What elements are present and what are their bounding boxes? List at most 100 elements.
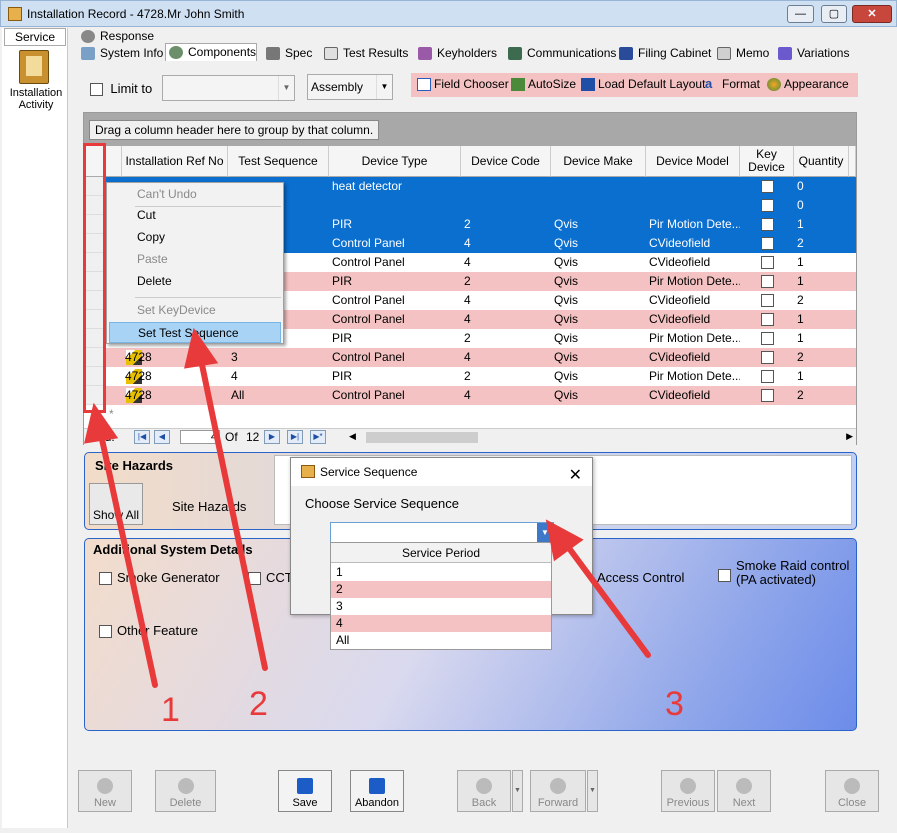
cell-test-sequence[interactable]: 4 — [228, 367, 329, 386]
tab-system-info[interactable]: System Info — [78, 45, 163, 63]
cell-device-model[interactable]: Pir Motion Dete... — [646, 272, 740, 291]
previous-button[interactable]: Previous — [661, 770, 715, 812]
menu-item-undo[interactable]: Can't Undo — [109, 184, 281, 205]
save-button[interactable]: Save — [278, 770, 332, 812]
limit-to-combo[interactable]: ▼ — [162, 75, 295, 101]
cell-device-make[interactable]: Qvis — [551, 215, 646, 234]
smoke-raid-checkbox[interactable] — [718, 569, 731, 582]
cell-device-code[interactable] — [461, 196, 551, 215]
cell-device-type[interactable]: PIR — [329, 329, 461, 348]
key-device-checkbox[interactable] — [761, 294, 774, 307]
cell-device-model[interactable]: CVideofield — [646, 310, 740, 329]
key-device-checkbox[interactable] — [761, 218, 774, 231]
cell-quantity[interactable]: 0 — [794, 196, 849, 215]
tab-keyholders[interactable]: Keyholders — [415, 45, 497, 63]
cell-device-make[interactable]: Qvis — [551, 234, 646, 253]
column-header-quantity[interactable]: Quantity — [794, 146, 849, 177]
key-device-checkbox[interactable] — [761, 256, 774, 269]
smoke-generator-option[interactable]: Smoke Generator — [99, 571, 220, 586]
column-header-device-make[interactable]: Device Make — [551, 146, 646, 177]
maximize-button[interactable]: ▢ — [821, 5, 847, 23]
chevron-down-icon[interactable]: ▼ — [278, 76, 294, 100]
cell-ref[interactable]: 4728 — [122, 386, 228, 405]
cell-device-code[interactable]: 4 — [461, 348, 551, 367]
key-device-checkbox[interactable] — [761, 351, 774, 364]
cell-device-model[interactable]: CVideofield — [646, 291, 740, 310]
cell-device-model[interactable]: CVideofield — [646, 253, 740, 272]
cell-device-code[interactable] — [461, 177, 551, 196]
back-button[interactable]: Back — [457, 770, 511, 812]
cell-device-make[interactable]: Qvis — [551, 291, 646, 310]
installation-book-icon[interactable] — [19, 50, 49, 84]
installation-activity-label[interactable]: Installation Activity — [4, 87, 68, 111]
new-row[interactable]: * — [84, 405, 856, 425]
first-record-button[interactable]: |◀ — [134, 430, 150, 444]
tab-variations[interactable]: Variations — [775, 45, 849, 63]
column-header-device-type[interactable]: Device Type — [329, 146, 461, 177]
delete-button[interactable]: Delete — [155, 770, 216, 812]
cell-quantity[interactable]: 2 — [794, 348, 849, 367]
key-device-checkbox[interactable] — [761, 332, 774, 345]
service-sequence-combo[interactable]: ▼ — [330, 522, 554, 543]
service-period-option[interactable]: 3 — [331, 598, 551, 615]
scroll-right-icon[interactable]: ▶ — [846, 431, 853, 442]
column-header-ref[interactable]: Installation Ref No — [122, 146, 228, 177]
table-row[interactable]: 4728 All Control Panel 4 Qvis CVideofield 2 — [84, 386, 856, 405]
key-device-checkbox[interactable] — [761, 199, 774, 212]
next-record-button[interactable]: ▶ — [264, 430, 280, 444]
service-period-option[interactable]: 1 — [331, 564, 551, 581]
service-period-option[interactable]: 4 — [331, 615, 551, 632]
record-number-input[interactable]: 4 — [180, 430, 220, 444]
cell-device-type[interactable]: PIR — [329, 272, 461, 291]
limit-to-checkbox[interactable]: Limit to — [90, 81, 152, 97]
menu-item-set-keydevice[interactable]: Set KeyDevice — [109, 300, 281, 321]
cell-device-make[interactable]: Qvis — [551, 348, 646, 367]
cell-device-code[interactable]: 2 — [461, 329, 551, 348]
cell-device-model[interactable] — [646, 177, 740, 196]
column-header-key-device[interactable]: Key Device — [740, 146, 794, 177]
cell-device-make[interactable]: Qvis — [551, 253, 646, 272]
cell-device-type[interactable]: Control Panel — [329, 386, 461, 405]
cell-quantity[interactable]: 2 — [794, 234, 849, 253]
cell-device-make[interactable]: Qvis — [551, 310, 646, 329]
cell-device-make[interactable] — [551, 177, 646, 196]
smoke-raid-option[interactable]: Smoke Raid control (PA activated) — [718, 559, 858, 587]
field-chooser-button[interactable]: Field Chooser — [417, 77, 509, 91]
key-device-checkbox[interactable] — [761, 389, 774, 402]
cell-device-make[interactable]: Qvis — [551, 367, 646, 386]
cell-device-model[interactable]: CVideofield — [646, 234, 740, 253]
group-combo[interactable]: Assembly ▼ — [307, 74, 393, 100]
cell-device-code[interactable]: 4 — [461, 253, 551, 272]
cell-device-type[interactable]: Control Panel — [329, 310, 461, 329]
tab-spec[interactable]: Spec — [263, 45, 312, 63]
key-device-checkbox[interactable] — [761, 313, 774, 326]
menu-item-set-test-sequence[interactable]: Set Test Sequence — [109, 322, 281, 343]
chevron-down-icon[interactable]: ▼ — [376, 75, 392, 99]
cell-device-code[interactable]: 2 — [461, 215, 551, 234]
cell-device-type[interactable] — [329, 196, 461, 215]
load-default-layout-button[interactable]: Load Default Layout — [581, 77, 705, 91]
key-device-checkbox[interactable] — [761, 180, 774, 193]
cell-quantity[interactable]: 1 — [794, 272, 849, 291]
table-row[interactable]: 4728 3 Control Panel 4 Qvis CVideofield 2 — [84, 348, 856, 367]
cell-device-code[interactable]: 4 — [461, 386, 551, 405]
cell-device-type[interactable]: Control Panel — [329, 291, 461, 310]
tab-components[interactable]: Components — [165, 43, 257, 61]
menu-item-cut[interactable]: Cut — [109, 205, 281, 226]
cell-quantity[interactable]: 0 — [794, 177, 849, 196]
column-header-device-code[interactable]: Device Code — [461, 146, 551, 177]
access-control-option[interactable]: Access Control — [597, 571, 684, 585]
key-device-checkbox[interactable] — [761, 275, 774, 288]
service-period-option[interactable]: All — [331, 632, 551, 649]
cell-device-model[interactable]: CVideofield — [646, 386, 740, 405]
cell-quantity[interactable]: 1 — [794, 310, 849, 329]
cell-device-model[interactable]: CVideofield — [646, 348, 740, 367]
cell-device-type[interactable]: Control Panel — [329, 234, 461, 253]
cell-quantity[interactable]: 2 — [794, 386, 849, 405]
service-tab[interactable]: Service — [4, 28, 66, 46]
chevron-down-icon[interactable]: ▼ — [537, 523, 553, 542]
cell-device-code[interactable]: 4 — [461, 234, 551, 253]
menu-item-paste[interactable]: Paste — [109, 249, 281, 270]
next-button[interactable]: Next — [717, 770, 771, 812]
other-feature-checkbox[interactable] — [99, 625, 112, 639]
